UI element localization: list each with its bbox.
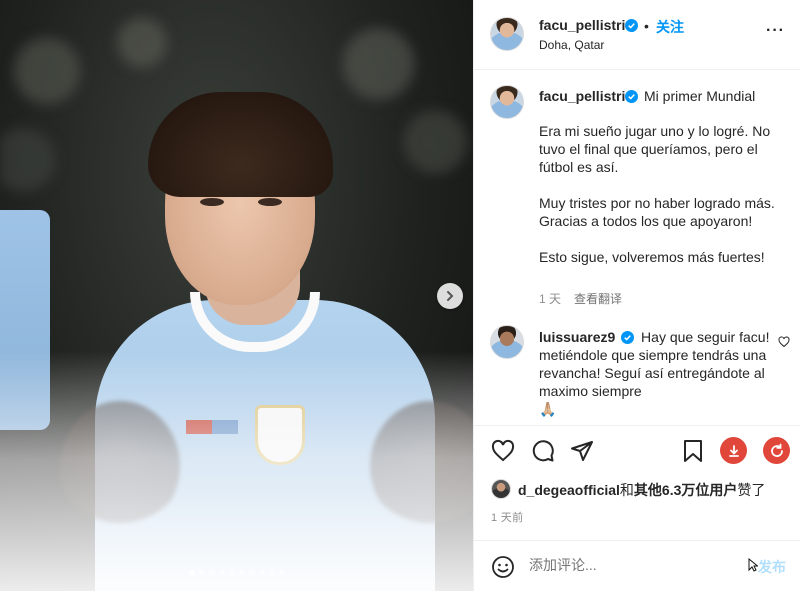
caption-paragraph: Era mi sueño jugar uno y lo logré. No tu… bbox=[539, 123, 771, 175]
heart-icon[interactable] bbox=[490, 438, 516, 464]
author-avatar[interactable] bbox=[490, 17, 524, 51]
separator-dot: • bbox=[644, 18, 649, 34]
next-slide-button[interactable] bbox=[437, 283, 463, 309]
emoji-icon[interactable] bbox=[490, 554, 516, 580]
bookmark-icon[interactable] bbox=[680, 438, 706, 464]
carousel-dots bbox=[0, 570, 473, 576]
comment-icon[interactable] bbox=[530, 438, 556, 464]
carousel-dot bbox=[248, 570, 255, 576]
comment-emoji: 🙏🏼 bbox=[539, 401, 557, 417]
more-options-button[interactable]: ··· bbox=[766, 22, 785, 40]
comment-body: luissuarez9 Hay que seguir facu! metiénd… bbox=[539, 328, 774, 418]
caption-body: Era mi sueño jugar uno y lo logré. No tu… bbox=[539, 122, 789, 284]
carousel-dot bbox=[208, 570, 215, 576]
comment-input[interactable] bbox=[529, 557, 729, 573]
post-photo[interactable] bbox=[0, 0, 473, 591]
caption-title: Mi primer Mundial bbox=[644, 88, 756, 104]
post-header: facu_pellistri • 关注 Doha, Qatar ··· bbox=[474, 0, 800, 70]
action-bar bbox=[474, 425, 800, 475]
verified-icon bbox=[621, 331, 635, 344]
refresh-icon[interactable] bbox=[763, 437, 790, 464]
likes-connector: 和 bbox=[619, 482, 634, 498]
caption-avatar[interactable] bbox=[490, 85, 524, 119]
carousel-dot bbox=[278, 570, 285, 576]
verified-icon bbox=[625, 90, 638, 103]
likes-others[interactable]: 其他6.3万位用户 bbox=[634, 482, 737, 498]
post-comment-button[interactable]: 发布 bbox=[758, 557, 786, 577]
download-icon[interactable] bbox=[720, 437, 747, 464]
caption-paragraph: Esto sigue, volveremos más fuertes! bbox=[539, 249, 765, 265]
liker-avatar[interactable] bbox=[491, 479, 511, 499]
post-detail-panel: facu_pellistri • 关注 Doha, Qatar ··· facu… bbox=[473, 0, 800, 591]
carousel-dot bbox=[228, 570, 235, 576]
carousel-dot bbox=[198, 570, 205, 576]
carousel-dot bbox=[188, 570, 195, 576]
carousel-dot bbox=[258, 570, 265, 576]
likes-summary: d_degeaofficial和其他6.3万位用户赞了 bbox=[518, 480, 765, 500]
photo-fade bbox=[0, 351, 473, 591]
likes-suffix: 赞了 bbox=[737, 482, 766, 498]
author-username[interactable]: facu_pellistri bbox=[539, 17, 625, 33]
translate-link[interactable]: 查看翻译 bbox=[574, 290, 622, 307]
next-arrow-icon bbox=[447, 291, 454, 301]
follow-button[interactable]: 关注 bbox=[656, 17, 684, 37]
player-eye-right bbox=[258, 198, 282, 206]
share-icon[interactable] bbox=[569, 438, 595, 464]
commenter-username[interactable]: luissuarez9 bbox=[539, 329, 615, 345]
caption-paragraph: Muy tristes por no haber logrado más. Gr… bbox=[539, 195, 775, 229]
liker-username[interactable]: d_degeaofficial bbox=[518, 482, 620, 498]
post-time[interactable]: 1 天前 bbox=[491, 509, 523, 525]
carousel-dot bbox=[238, 570, 245, 576]
caption-time[interactable]: 1 天 bbox=[539, 290, 561, 307]
comment-box: 发布 bbox=[474, 540, 800, 591]
location-link[interactable]: Doha, Qatar bbox=[539, 38, 604, 52]
carousel-dot bbox=[268, 570, 275, 576]
verified-icon bbox=[625, 19, 638, 32]
caption-username[interactable]: facu_pellistri bbox=[539, 88, 625, 104]
carousel-dot bbox=[218, 570, 225, 576]
player-eye-left bbox=[200, 198, 224, 206]
player-hair bbox=[148, 92, 333, 197]
cursor-icon bbox=[748, 557, 759, 575]
comment-like-heart-icon[interactable] bbox=[778, 336, 790, 348]
commenter-avatar[interactable] bbox=[490, 325, 524, 359]
